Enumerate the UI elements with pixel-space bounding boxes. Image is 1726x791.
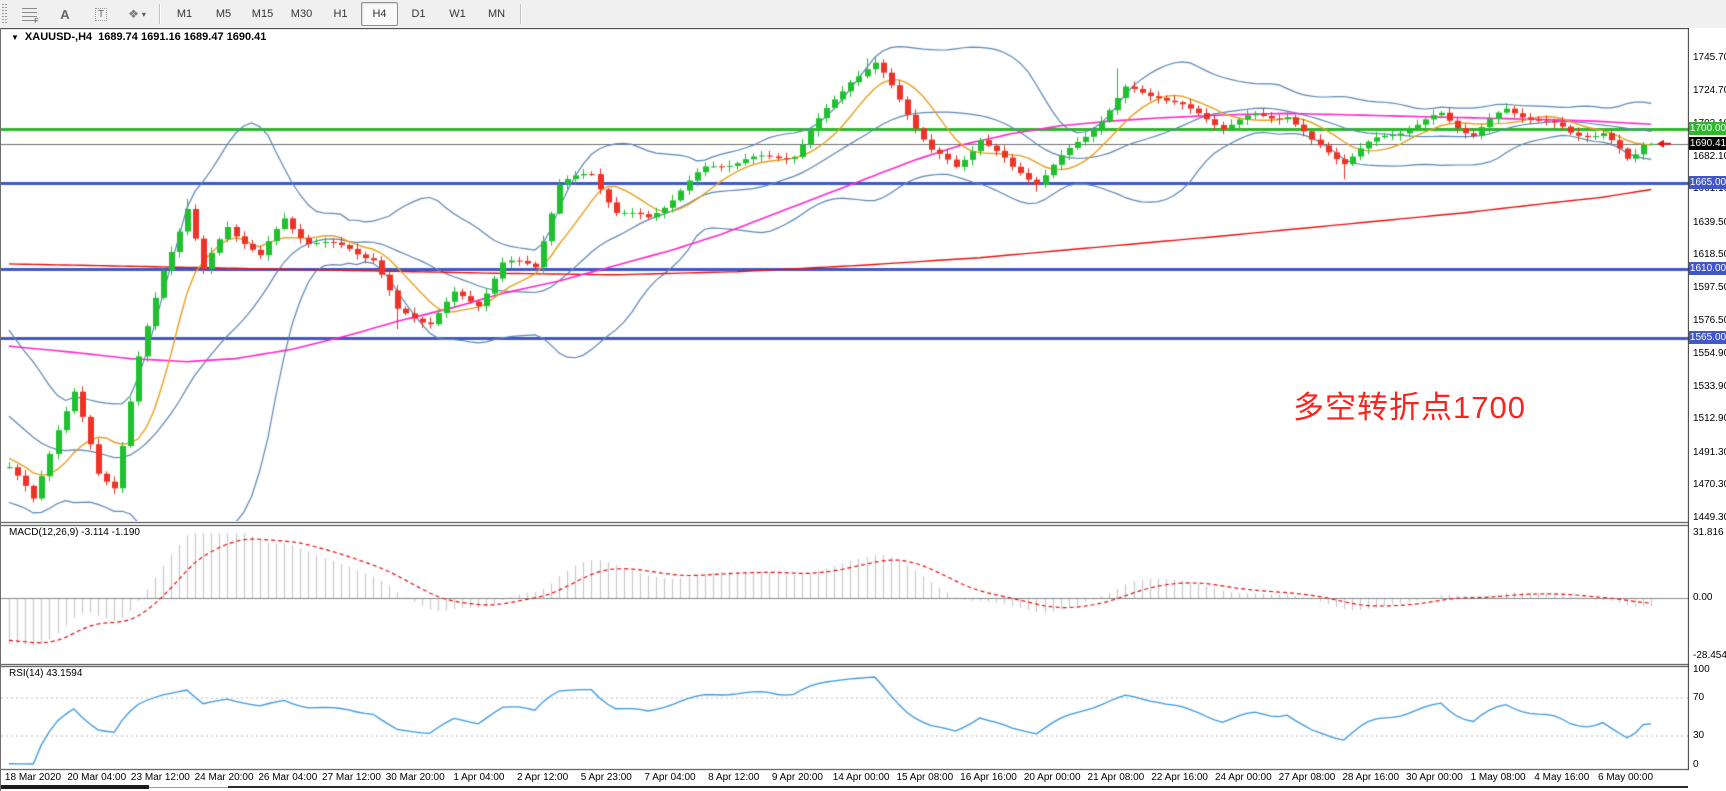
hline-price-badge: 1665.00 (1689, 176, 1726, 189)
time-axis-label: 16 Apr 16:00 (960, 772, 1017, 783)
price-tick-label: 1618.50 (1693, 249, 1726, 261)
hline-price-badge: 1610.00 (1689, 262, 1726, 275)
chevron-down-icon: ▾ (142, 10, 146, 19)
hline-price-badge: 1565.00 (1689, 331, 1726, 344)
timeframe-button-d1[interactable]: D1 (400, 2, 437, 26)
time-axis-label: 15 Apr 08:00 (896, 772, 953, 783)
collapse-chart-icon[interactable]: ▼ (11, 33, 19, 42)
price-tick-label: 1470.30 (1693, 479, 1726, 491)
scrollbar-thumb[interactable] (1, 785, 149, 789)
current-price-badge: 1690.41 (1689, 137, 1726, 150)
macd-scale-label: 0.00 (1693, 592, 1712, 604)
top-toolbar: F A T ❖▾ M1M5M15M30H1H4D1W1MN (0, 0, 1726, 29)
timeframe-button-m30[interactable]: M30 (283, 2, 320, 26)
chart-workspace: ▼ XAUUSD-,H4 1689.74 1691.16 1689.47 169… (0, 28, 1726, 791)
time-axis[interactable]: 18 Mar 2020 20 Mar 04:00 23 Mar 12:00 24 Ma… (1, 772, 1688, 785)
macd-scale-label: 31.816 (1693, 527, 1724, 539)
timeframe-button-h4[interactable]: H4 (361, 2, 398, 26)
mt4-chart-window: F A T ❖▾ M1M5M15M30H1H4D1W1MN ▼ XAUUSD-,H4 … (0, 0, 1726, 791)
price-tick-label: 1682.10 (1693, 151, 1726, 163)
price-axis[interactable]: 1745.701724.701703.101682.101661.101639.… (1689, 28, 1726, 785)
macd-indicator-label: MACD(12,26,9) -3.114 -1.190 (9, 527, 140, 538)
chart-text-annotation: 多空转折点1700 (1293, 382, 1526, 427)
timeframe-toolbar: M1M5M15M30H1H4D1W1MN (165, 2, 516, 26)
time-axis-label: 26 Mar 04:00 (258, 772, 317, 783)
time-axis-label: 7 Apr 04:00 (644, 772, 695, 783)
price-tick-label: 1533.90 (1693, 381, 1726, 393)
time-axis-label: 9 Apr 20:00 (772, 772, 823, 783)
chart-title: ▼ XAUUSD-,H4 1689.74 1691.16 1689.47 169… (11, 31, 266, 43)
horizontal-scrollbar[interactable] (1, 785, 1726, 791)
timeframe-button-m15[interactable]: M15 (244, 2, 281, 26)
time-axis-label: 6 May 00:00 (1598, 772, 1653, 783)
time-axis-label: 4 May 16:00 (1534, 772, 1589, 783)
time-axis-label: 22 Apr 16:00 (1151, 772, 1208, 783)
cursor-style-tool-button[interactable]: ❖▾ (120, 2, 154, 26)
time-axis-label: 2 Apr 12:00 (517, 772, 568, 783)
timeframe-button-h1[interactable]: H1 (322, 2, 359, 26)
chart-ohlc-values: 1689.74 1691.16 1689.47 1690.41 (98, 31, 266, 43)
price-tick-label: 1449.30 (1693, 512, 1726, 524)
time-axis-label: 20 Apr 00:00 (1024, 772, 1081, 783)
price-tick-label: 1745.70 (1693, 52, 1726, 64)
toolbar-grip[interactable] (2, 4, 7, 24)
time-axis-label: 5 Apr 23:00 (581, 772, 632, 783)
timeframe-button-m5[interactable]: M5 (205, 2, 242, 26)
macd-scale-label: -28.454 (1693, 650, 1726, 662)
time-axis-label: 23 Mar 12:00 (131, 772, 190, 783)
time-axis-label: 1 Apr 04:00 (453, 772, 504, 783)
rsi-scale-label: 30 (1693, 730, 1704, 742)
chart-symbol-period: XAUUSD-,H4 (25, 31, 92, 43)
time-axis-label: 27 Apr 08:00 (1279, 772, 1336, 783)
time-axis-label: 24 Apr 00:00 (1215, 772, 1272, 783)
time-axis-label: 18 Mar 2020 (5, 772, 61, 783)
rsi-scale-label: 0 (1693, 759, 1699, 771)
rsi-indicator-label: RSI(14) 43.1594 (9, 668, 82, 679)
price-tick-label: 1724.70 (1693, 85, 1726, 97)
time-axis-label: 8 Apr 12:00 (708, 772, 759, 783)
fibonacci-icon: F (22, 8, 37, 21)
price-tick-label: 1597.50 (1693, 282, 1726, 294)
price-tick-label: 1554.90 (1693, 348, 1726, 360)
toolbar-separator (520, 4, 522, 24)
time-axis-label: 24 Mar 20:00 (195, 772, 254, 783)
time-axis-label: 14 Apr 00:00 (833, 772, 890, 783)
text-label-icon: A (60, 7, 69, 22)
time-axis-label: 1 May 08:00 (1471, 772, 1526, 783)
time-axis-label: 21 Apr 08:00 (1088, 772, 1145, 783)
time-axis-label: 20 Mar 04:00 (67, 772, 126, 783)
price-tick-label: 1576.50 (1693, 315, 1726, 327)
text-label-tool-button[interactable]: A (48, 2, 82, 26)
text-tool-button[interactable]: T (84, 2, 118, 26)
fibonacci-retracement-tool-button[interactable]: F (12, 2, 46, 26)
line-studies-toolbar: F A T ❖▾ (11, 2, 155, 26)
price-tick-label: 1491.30 (1693, 447, 1726, 459)
hline-price-badge: 1700.00 (1689, 122, 1726, 135)
toolbar-separator (159, 4, 161, 24)
time-axis-label: 27 Mar 12:00 (322, 772, 381, 783)
price-tick-label: 1639.50 (1693, 217, 1726, 229)
timeframe-button-m1[interactable]: M1 (166, 2, 203, 26)
time-axis-label: 30 Apr 00:00 (1406, 772, 1463, 783)
cursor-style-icon: ❖ (128, 7, 139, 21)
time-axis-label: 30 Mar 20:00 (386, 772, 445, 783)
timeframe-button-mn[interactable]: MN (478, 2, 515, 26)
text-icon: T (95, 8, 107, 21)
rsi-scale-label: 100 (1693, 664, 1710, 676)
price-tick-label: 1512.90 (1693, 413, 1726, 425)
scrollbar-track-line (228, 786, 1688, 788)
time-axis-label: 28 Apr 16:00 (1342, 772, 1399, 783)
rsi-scale-label: 70 (1693, 692, 1704, 704)
timeframe-button-w1[interactable]: W1 (439, 2, 476, 26)
